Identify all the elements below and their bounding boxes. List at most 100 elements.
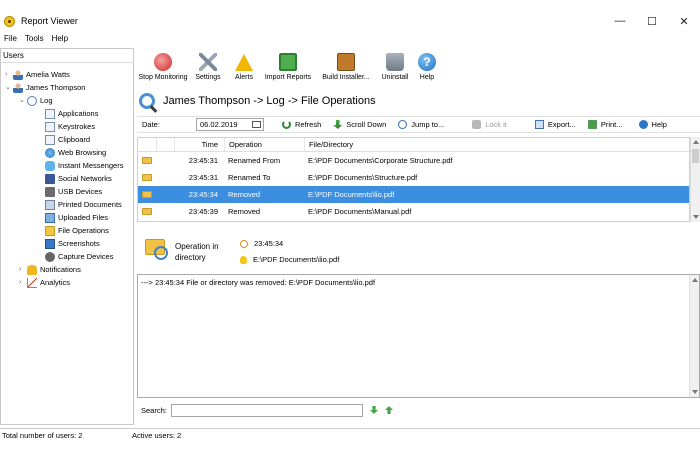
clipboard-icon: [45, 134, 55, 145]
stop-icon: [154, 53, 172, 71]
search-label: Search:: [141, 405, 167, 415]
row-operation: Renamed To: [228, 173, 271, 182]
user-icon: [13, 82, 23, 93]
lightbulb-icon: [240, 255, 247, 264]
tree-item-james-thompson[interactable]: ⌄ James Thompson: [5, 81, 85, 94]
keyboard-icon: [45, 121, 55, 132]
row-time: 23:45:39: [188, 207, 218, 216]
users-panel: Users › Amelia Watts ⌄ James Thompson ⌄ …: [0, 48, 134, 425]
export-button[interactable]: Export...: [534, 120, 576, 129]
scroll-down-arrow-icon[interactable]: [692, 390, 698, 394]
expand-chevron-icon[interactable]: ›: [19, 263, 27, 276]
tree-item-applications[interactable]: Applications: [45, 107, 98, 120]
minimize-button[interactable]: —: [604, 10, 636, 32]
close-button[interactable]: ✕: [668, 10, 700, 32]
tree-item-label: Printed Documents: [58, 200, 122, 209]
scroll-down-label: Scroll Down: [346, 120, 387, 129]
details-time-value: 23:45:34: [254, 239, 284, 248]
arrow-down-icon: [333, 120, 343, 129]
lock-it-label: Lock it: [485, 120, 507, 129]
menu-tools[interactable]: Tools: [21, 34, 48, 43]
tree-item-screenshots[interactable]: Screenshots: [45, 237, 100, 250]
expand-chevron-icon[interactable]: ›: [5, 68, 13, 81]
tree-item-label: Web Browsing: [58, 148, 107, 157]
maximize-button[interactable]: ☐: [636, 10, 668, 32]
scroll-down-arrow-icon[interactable]: [693, 215, 699, 219]
tree-item-notifications[interactable]: › Notifications: [19, 263, 81, 276]
help-small-label: Help: [651, 120, 667, 129]
build-installer-button[interactable]: Build Installer...: [315, 48, 377, 84]
menu-file[interactable]: File: [0, 34, 21, 43]
tree-item-usb-devices[interactable]: USB Devices: [45, 185, 102, 198]
collapse-chevron-icon[interactable]: ⌄: [19, 94, 27, 107]
column-operation[interactable]: Operation: [224, 138, 304, 151]
column-time[interactable]: Time: [174, 138, 224, 151]
tree-item-keystrokes[interactable]: Keystrokes: [45, 120, 95, 133]
tree-item-label: Social Networks: [58, 174, 112, 183]
menu-bar: File Tools Help: [0, 32, 72, 44]
tree-item-analytics[interactable]: › Analytics: [19, 276, 70, 289]
row-time: 23:45:31: [188, 156, 218, 165]
package-icon: [337, 53, 355, 71]
stop-monitoring-button[interactable]: Stop Monitoring: [137, 48, 189, 84]
table-row[interactable]: 23:45:31 Renamed To E:\PDF Documents\Str…: [138, 169, 689, 186]
column-icon: [138, 138, 156, 151]
build-installer-label: Build Installer...: [322, 74, 370, 81]
webcam-icon: [45, 251, 55, 262]
tree-item-label: Instant Messengers: [58, 161, 124, 170]
tree-item-social-networks[interactable]: Social Networks: [45, 172, 112, 185]
tree-item-uploaded-files[interactable]: Uploaded Files: [45, 211, 108, 224]
usb-icon: [45, 186, 55, 197]
scroll-thumb[interactable]: [692, 149, 699, 163]
status-active-users: Active users: 2: [132, 431, 182, 440]
table-row[interactable]: 23:45:39 Removed E:\PDF Documents\Manual…: [138, 203, 689, 220]
settings-button[interactable]: Settings: [189, 48, 227, 84]
scroll-down-button[interactable]: Scroll Down: [333, 120, 386, 129]
date-label: Date:: [142, 120, 160, 129]
column-path[interactable]: File/Directory: [304, 138, 689, 151]
uninstall-button[interactable]: Uninstall: [377, 48, 413, 84]
date-picker[interactable]: 06.02.2019: [196, 118, 264, 131]
tree-item-label: Screenshots: [58, 239, 100, 248]
jump-to-button[interactable]: Jump to...: [398, 120, 444, 129]
import-reports-button[interactable]: Import Reports: [261, 48, 315, 84]
tree-item-file-operations[interactable]: File Operations: [45, 224, 109, 237]
find-previous-arrow-icon[interactable]: [385, 406, 393, 414]
window-title: Report Viewer: [21, 16, 78, 26]
tree-item-label: Notifications: [40, 265, 81, 274]
uninstall-label: Uninstall: [381, 74, 409, 81]
folder-search-icon: [145, 239, 168, 260]
details-time: 23:45:34: [240, 239, 283, 248]
menu-help[interactable]: Help: [48, 34, 72, 43]
table-row[interactable]: 23:45:31 Renamed From E:\PDF Documents\C…: [138, 152, 689, 169]
tree-item-log[interactable]: ⌄ Log: [19, 94, 53, 107]
scroll-up-arrow-icon[interactable]: [692, 278, 698, 282]
log-text-area[interactable]: ---> 23:45:34 File or directory was remo…: [137, 274, 700, 398]
search-input[interactable]: [171, 403, 363, 417]
lock-it-button[interactable]: Lock it: [472, 120, 507, 129]
calendar-icon[interactable]: [252, 121, 261, 128]
tree-item-clipboard[interactable]: Clipboard: [45, 133, 90, 146]
table-row-selected[interactable]: 23:45:34 Removed E:\PDF Documents\lio.pd…: [138, 186, 689, 203]
collapse-chevron-icon[interactable]: ⌄: [5, 81, 13, 94]
tree-item-capture-devices[interactable]: Capture Devices: [45, 250, 113, 263]
tree-item-label: Log: [40, 96, 53, 105]
expand-chevron-icon[interactable]: ›: [19, 276, 27, 289]
tree-item-web-browsing[interactable]: Web Browsing: [45, 146, 106, 159]
warning-icon: [235, 54, 253, 71]
alerts-button[interactable]: Alerts: [227, 48, 261, 84]
tree-item-instant-messengers[interactable]: Instant Messengers: [45, 159, 123, 172]
tree-item-printed-documents[interactable]: Printed Documents: [45, 198, 122, 211]
find-next-arrow-icon[interactable]: [370, 406, 378, 414]
tree-item-label: James Thompson: [26, 83, 86, 92]
help-small-button[interactable]: Help: [638, 120, 667, 129]
folder-icon: [142, 174, 152, 181]
help-icon: [638, 120, 648, 129]
print-button[interactable]: Print...: [587, 120, 623, 129]
help-button[interactable]: ? Help: [413, 48, 441, 84]
refresh-button[interactable]: Refresh: [282, 120, 321, 129]
tree-item-amelia-watts[interactable]: › Amelia Watts: [5, 68, 70, 81]
scroll-up-arrow-icon[interactable]: [693, 140, 699, 144]
log-scrollbar[interactable]: [689, 275, 699, 397]
table-scrollbar[interactable]: [690, 137, 700, 222]
